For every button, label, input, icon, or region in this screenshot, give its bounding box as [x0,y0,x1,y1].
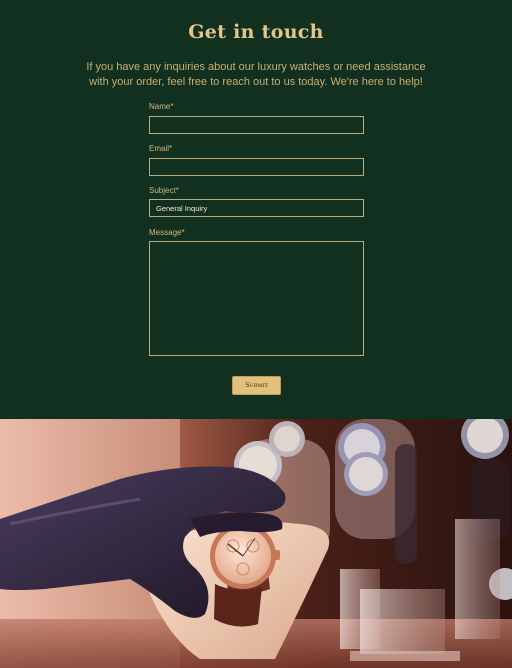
email-label: Email* [149,144,173,153]
message-field[interactable] [149,241,364,356]
contact-section: Get in touch If you have any inquiries a… [0,0,512,419]
name-field[interactable] [149,116,364,134]
subject-field[interactable] [149,199,364,217]
hero-watch-image [0,419,512,668]
email-field[interactable] [149,158,364,176]
submit-button[interactable]: Submit [232,376,281,395]
subject-label: Subject* [149,186,179,195]
page-title: Get in touch [188,21,324,43]
intro-text: If you have any inquiries about our luxu… [86,61,426,88]
name-label: Name* [149,102,174,111]
message-label: Message* [149,228,185,237]
